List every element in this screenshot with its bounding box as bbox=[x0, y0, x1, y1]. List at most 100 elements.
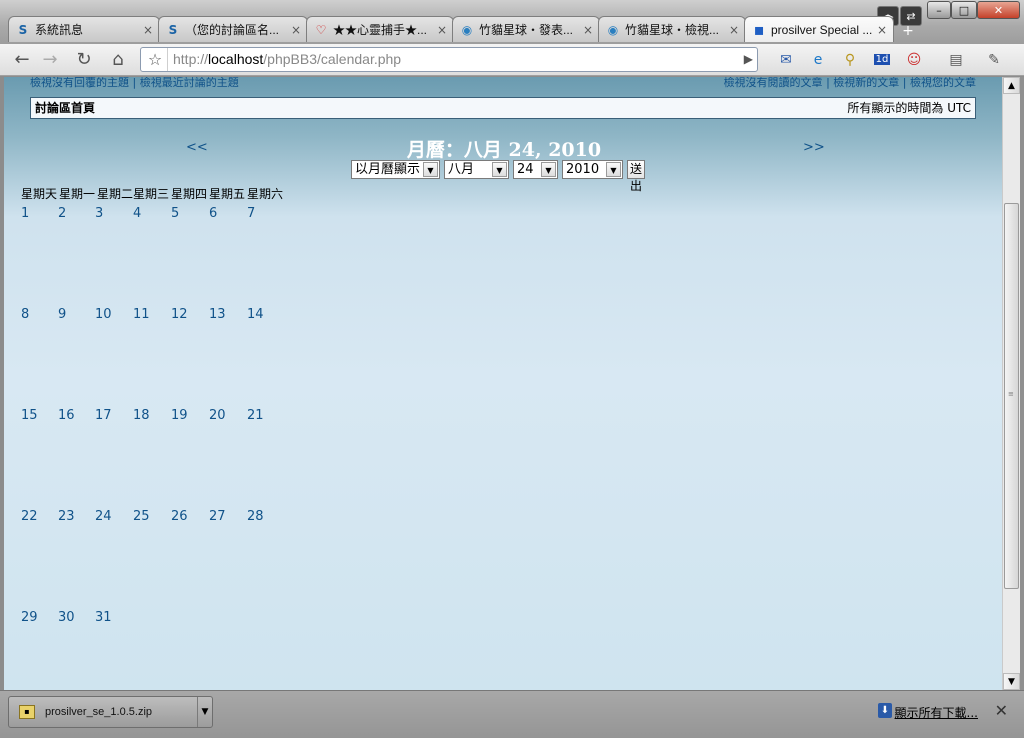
address-bar[interactable]: ☆ http://localhost/phpBB3/calendar.php ▶ bbox=[140, 47, 758, 72]
download-item[interactable]: ▪ prosilver_se_1.0.5.zip ▼ bbox=[8, 696, 213, 728]
month-select[interactable]: 八月 ▼ bbox=[444, 160, 509, 179]
calendar-day[interactable]: 14 bbox=[247, 307, 264, 322]
close-window-button[interactable]: ✕ bbox=[977, 1, 1020, 19]
calendar-day[interactable]: 2 bbox=[58, 206, 66, 221]
go-icon[interactable]: ▶ bbox=[744, 48, 753, 71]
calendar-day[interactable]: 13 bbox=[209, 307, 226, 322]
link-your-posts[interactable]: 檢視您的文章 bbox=[910, 77, 976, 89]
calendar-day[interactable]: 28 bbox=[247, 509, 264, 524]
ie-icon[interactable]: e bbox=[808, 50, 828, 70]
calendar-day[interactable]: 7 bbox=[247, 206, 255, 221]
calendar-day[interactable]: 4 bbox=[133, 206, 141, 221]
year-select[interactable]: 2010 ▼ bbox=[562, 160, 623, 179]
download-menu-icon[interactable]: ▼ bbox=[197, 697, 212, 727]
tab-heart-forum[interactable]: ♡ ★★心靈捕手★... × bbox=[306, 16, 454, 42]
next-month-link[interactable]: >> bbox=[803, 140, 825, 155]
calendar-day[interactable]: 22 bbox=[21, 509, 38, 524]
url-text[interactable]: http://localhost/phpBB3/calendar.php bbox=[173, 48, 401, 71]
tab-label: 竹貓星球・檢視... bbox=[625, 23, 720, 37]
calendar-day[interactable]: 9 bbox=[58, 307, 66, 322]
link-unread-posts[interactable]: 檢視沒有閱讀的文章 bbox=[724, 77, 823, 89]
weekday-label: 星期天 bbox=[21, 187, 58, 201]
reload-icon[interactable]: ↻ bbox=[72, 48, 96, 72]
mail-icon[interactable]: ✉ bbox=[776, 50, 796, 70]
tab-close-icon[interactable]: × bbox=[727, 23, 741, 37]
calendar-day[interactable]: 10 bbox=[95, 307, 112, 322]
tab-close-icon[interactable]: × bbox=[875, 23, 889, 37]
scroll-up-icon[interactable]: ▲ bbox=[1003, 77, 1020, 94]
calendar-day[interactable]: 25 bbox=[133, 509, 150, 524]
calendar-day[interactable]: 23 bbox=[58, 509, 75, 524]
day-select[interactable]: 24 ▼ bbox=[513, 160, 558, 179]
tab-system-message[interactable]: S 系統訊息 × bbox=[8, 16, 160, 42]
calendar-day[interactable]: 30 bbox=[58, 610, 75, 625]
view-mode-select[interactable]: 以月曆顯示 ▼ bbox=[351, 160, 440, 179]
top-links-left: 檢視沒有回覆的主題 | 檢視最近討論的主題 bbox=[30, 77, 239, 90]
link-active-topics[interactable]: 檢視最近討論的主題 bbox=[140, 77, 239, 89]
download-arrow-icon: ⬇ bbox=[878, 703, 892, 718]
year-value: 2010 bbox=[566, 162, 600, 177]
link-unanswered-topics[interactable]: 檢視沒有回覆的主題 bbox=[30, 77, 129, 89]
tab-label: （您的討論區名... bbox=[185, 23, 280, 37]
heart-icon: ♡ bbox=[315, 22, 327, 37]
calendar-day[interactable]: 8 bbox=[21, 307, 29, 322]
calendar-ext-icon[interactable]: 1d bbox=[872, 50, 892, 70]
calendar-day[interactable]: 5 bbox=[171, 206, 179, 221]
show-all-downloads-link[interactable]: 顯示所有下載... bbox=[895, 704, 978, 721]
calendar-day[interactable]: 20 bbox=[209, 408, 226, 423]
tab-bamboo-view[interactable]: ◉ 竹貓星球・檢視... × bbox=[598, 16, 746, 42]
calendar-day[interactable]: 19 bbox=[171, 408, 188, 423]
browser-toolbar: ← → ↻ ⌂ ☆ http://localhost/phpBB3/calend… bbox=[0, 44, 1024, 76]
calendar-day[interactable]: 12 bbox=[171, 307, 188, 322]
minimize-button[interactable]: – bbox=[927, 1, 951, 19]
calendar-day[interactable]: 31 bbox=[95, 610, 112, 625]
tab-close-icon[interactable]: × bbox=[141, 23, 155, 37]
forward-icon[interactable]: → bbox=[38, 48, 62, 72]
wrench-icon[interactable]: ✎ bbox=[984, 50, 1004, 70]
calendar-day[interactable]: 15 bbox=[21, 408, 38, 423]
star-icon[interactable]: ☆ bbox=[143, 48, 168, 71]
weekday-label: 星期四 bbox=[171, 187, 208, 201]
vertical-scrollbar[interactable]: ▲ ≡ ▼ bbox=[1002, 77, 1020, 690]
chevron-down-icon: ▼ bbox=[423, 162, 438, 177]
cat-planet-icon: ◉ bbox=[461, 22, 473, 37]
calendar-day[interactable]: 24 bbox=[95, 509, 112, 524]
tab-switch-icon[interactable]: ⇄ bbox=[900, 6, 922, 26]
calendar-day[interactable]: 16 bbox=[58, 408, 75, 423]
search-ext-icon[interactable]: ⚲ bbox=[840, 50, 860, 70]
scroll-thumb[interactable]: ≡ bbox=[1004, 203, 1019, 589]
submit-button[interactable]: 送出 bbox=[627, 160, 646, 193]
calendar-day[interactable]: 6 bbox=[209, 206, 217, 221]
close-shelf-icon[interactable]: ✕ bbox=[995, 701, 1008, 720]
page-menu-icon[interactable]: ▤ bbox=[946, 50, 966, 70]
maximize-button[interactable]: □ bbox=[951, 1, 977, 19]
link-new-posts[interactable]: 檢視新的文章 bbox=[833, 77, 899, 89]
calendar-day[interactable]: 17 bbox=[95, 408, 112, 423]
tab-bamboo-post[interactable]: ◉ 竹貓星球・發表... × bbox=[452, 16, 600, 42]
tab-close-icon[interactable]: × bbox=[581, 23, 595, 37]
weekday-label: 星期五 bbox=[209, 187, 246, 201]
tab-prosilver-special[interactable]: ▪ prosilver Special ... × bbox=[744, 16, 894, 42]
scroll-down-icon[interactable]: ▼ bbox=[1003, 673, 1020, 690]
calendar-day[interactable]: 21 bbox=[247, 408, 264, 423]
tab-close-icon[interactable]: × bbox=[289, 23, 303, 37]
calendar-day[interactable]: 26 bbox=[171, 509, 188, 524]
tab-close-icon[interactable]: × bbox=[435, 23, 449, 37]
avatar-ext-icon[interactable]: ☺ bbox=[904, 50, 924, 70]
timezone-text: 所有顯示的時間為 UTC bbox=[847, 101, 971, 115]
calendar-day[interactable]: 27 bbox=[209, 509, 226, 524]
calendar-day[interactable]: 29 bbox=[21, 610, 38, 625]
chevron-down-icon: ▼ bbox=[541, 162, 556, 177]
calendar-day[interactable]: 11 bbox=[133, 307, 150, 322]
previous-month-link[interactable]: << bbox=[186, 140, 208, 155]
phpbb-favicon-icon: S bbox=[168, 22, 178, 37]
calendar-day[interactable]: 3 bbox=[95, 206, 103, 221]
month-value: 八月 bbox=[448, 162, 475, 177]
breadcrumb-forum-index[interactable]: 討論區首頁 bbox=[35, 98, 95, 118]
calendar-day[interactable]: 1 bbox=[21, 206, 29, 221]
back-icon[interactable]: ← bbox=[10, 48, 34, 72]
view-mode-value: 以月曆顯示 bbox=[355, 162, 421, 177]
calendar-day[interactable]: 18 bbox=[133, 408, 150, 423]
home-icon[interactable]: ⌂ bbox=[106, 48, 130, 72]
tab-forum-name[interactable]: S （您的討論區名... × bbox=[158, 16, 308, 42]
